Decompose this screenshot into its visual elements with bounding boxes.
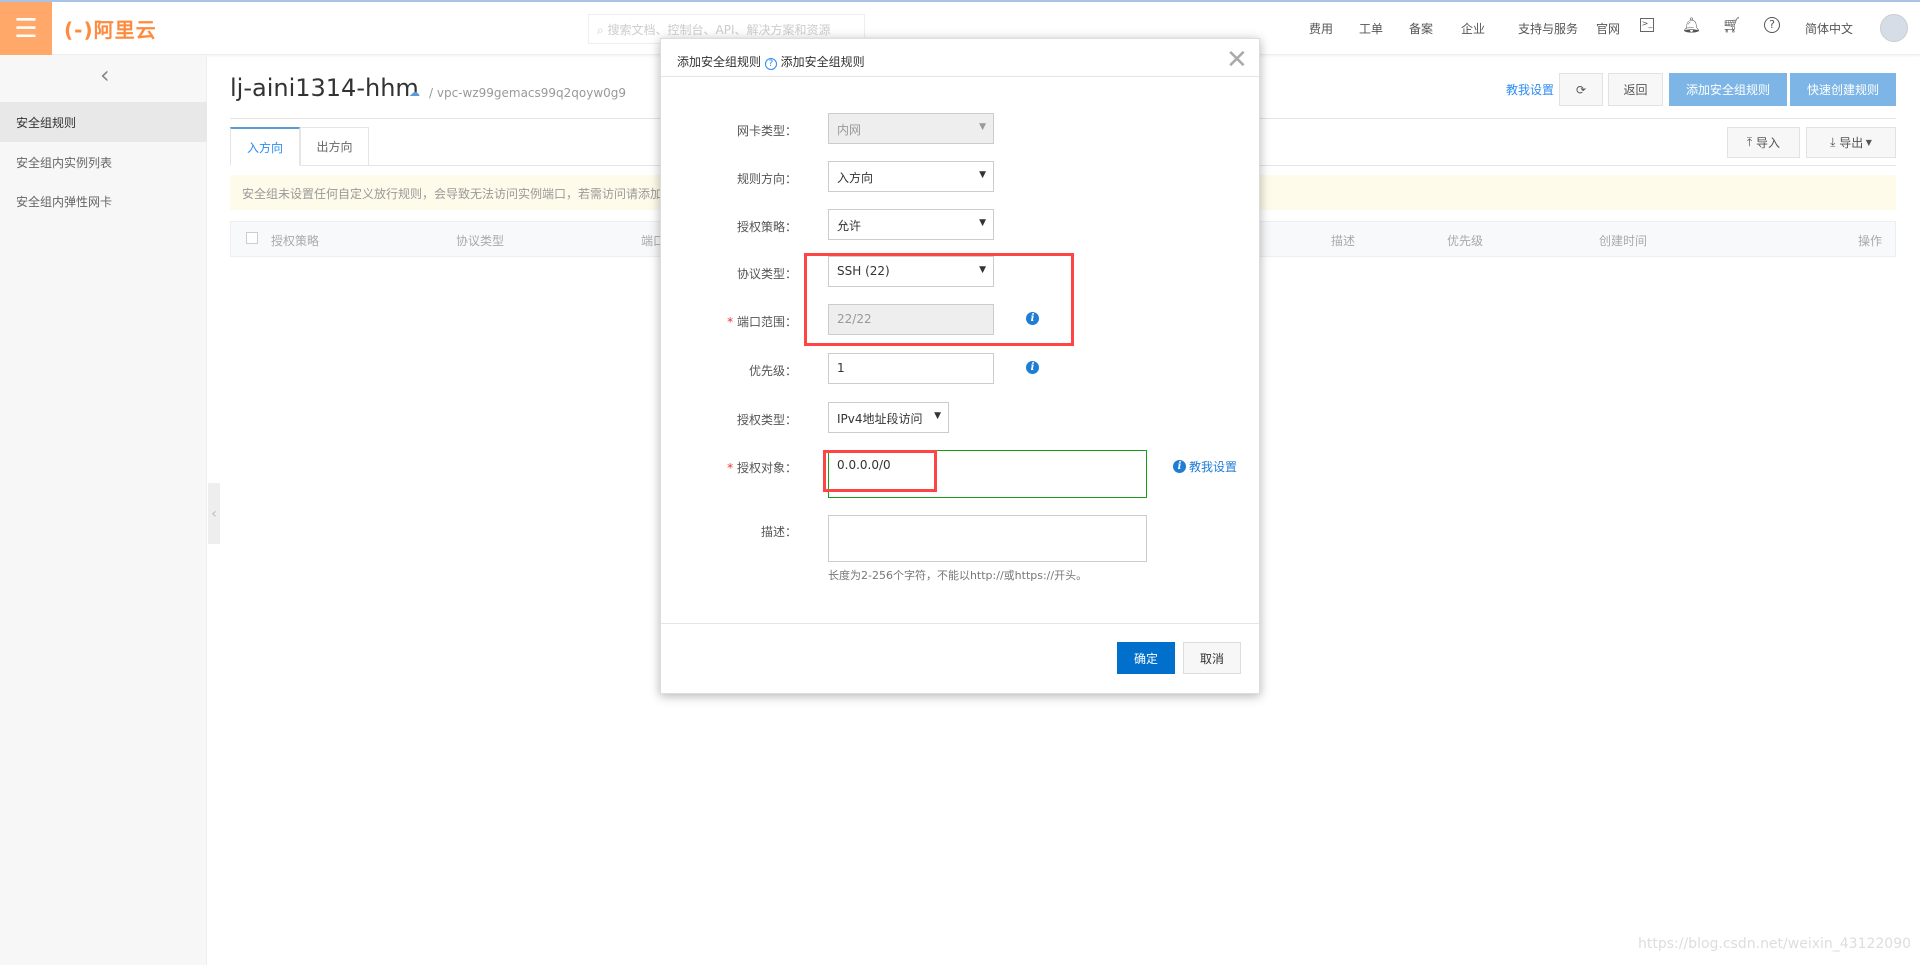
info-icon: i <box>1173 460 1186 473</box>
col-description: 描述 <box>1331 234 1356 248</box>
auth-type-label: 授权类型： <box>736 413 797 427</box>
caret-down-icon: ▼ <box>979 170 986 180</box>
col-created: 创建时间 <box>1599 234 1648 248</box>
caret-down-icon: ▼ <box>934 411 941 421</box>
sidebar-item-rules[interactable]: 安全组规则 <box>0 102 207 142</box>
auth-type-select[interactable]: IPv4地址段访问 ▼ <box>828 402 949 433</box>
auth-type-value: IPv4地址段访问 <box>837 412 923 426</box>
export-button[interactable]: ⤓ 导出 ▼ <box>1806 127 1896 158</box>
refresh-icon: ⟳ <box>1575 82 1587 97</box>
nav-official[interactable]: 官网 <box>1596 20 1620 37</box>
cancel-button[interactable]: 取消 <box>1183 642 1241 674</box>
nav-icp[interactable]: 备案 <box>1409 20 1433 37</box>
required-mark: * <box>727 461 734 475</box>
chevron-left-icon[interactable]: ‹ <box>100 61 110 89</box>
protocol-label: 协议类型： <box>736 267 797 281</box>
menu-icon[interactable]: ☰ <box>0 2 52 55</box>
sidebar-item-eni[interactable]: 安全组内弹性网卡 <box>0 181 207 221</box>
help-link[interactable]: 教我设置 <box>1506 81 1554 98</box>
auth-help-link[interactable]: i 教我设置 <box>1173 458 1237 475</box>
policy-label: 授权策略： <box>736 220 797 234</box>
direction-value: 入方向 <box>837 171 874 185</box>
col-protocol: 协议类型 <box>456 234 505 248</box>
port-label-text: 端口范围： <box>736 315 797 329</box>
tab-outbound[interactable]: 出方向 <box>300 127 369 166</box>
download-icon: ⤓ <box>1830 135 1840 149</box>
col-priority: 优先级 <box>1447 234 1484 248</box>
collapse-handle[interactable]: ‹ <box>208 483 220 544</box>
port-label: * 端口范围： <box>661 313 797 330</box>
dialog-header-divider <box>661 76 1259 77</box>
col-policy: 授权策略 <box>271 234 320 248</box>
language-switch[interactable]: 简体中文 <box>1805 20 1853 37</box>
caret-down-icon: ▼ <box>979 122 986 132</box>
export-label: 导出 <box>1839 136 1864 150</box>
bell-icon[interactable]: 🔔︎ <box>1682 16 1701 34</box>
sidebar: ‹ 安全组规则 安全组内实例列表 安全组内弹性网卡 <box>0 55 207 965</box>
priority-input[interactable]: 1 <box>828 353 994 384</box>
aliyun-logo[interactable]: (-)阿里云 <box>64 14 157 43</box>
dialog-title: 添加安全组规则 ? 添加安全组规则 <box>677 53 865 70</box>
cart-icon[interactable]: 🛒︎ <box>1722 16 1741 34</box>
auth-object-label-text: 授权对象： <box>736 461 797 475</box>
highlight-box <box>823 450 937 492</box>
nic-type-label: 网卡类型： <box>736 124 797 138</box>
priority-label: 优先级： <box>748 364 797 378</box>
nic-type-value: 内网 <box>837 123 862 137</box>
auth-help-text: 教我设置 <box>1189 460 1238 474</box>
close-icon[interactable]: ✕ <box>1226 45 1248 75</box>
highlight-box <box>804 253 1074 346</box>
dialog-title-help: 添加安全组规则 <box>780 55 865 69</box>
help-icon[interactable]: ? <box>1764 17 1780 33</box>
nic-type-select: 内网 ▼ <box>828 113 994 144</box>
nav-enterprise[interactable]: 企业 <box>1461 20 1485 37</box>
vpc-link[interactable]: / vpc-wz99gemacs99q2qoyw0g9 <box>429 86 626 100</box>
col-actions: 操作 <box>1858 234 1883 248</box>
page-title: lj-aini1314-hhm <box>230 74 419 102</box>
description-textarea[interactable] <box>828 515 1147 562</box>
direction-select[interactable]: 入方向 ▼ <box>828 161 994 192</box>
terminal-icon[interactable]: >_ <box>1640 18 1654 32</box>
select-all-checkbox[interactable] <box>246 232 258 244</box>
upload-icon: ⤒ <box>1746 135 1757 149</box>
avatar[interactable] <box>1880 14 1908 42</box>
refresh-button[interactable]: ⟳ <box>1559 73 1603 106</box>
nav-fees[interactable]: 费用 <box>1309 20 1333 37</box>
dialog-title-text: 添加安全组规则 <box>677 55 762 69</box>
import-label: 导入 <box>1756 136 1781 150</box>
caret-down-icon: ▼ <box>1863 138 1872 147</box>
import-button[interactable]: ⤒ 导入 <box>1727 127 1800 158</box>
back-button[interactable]: 返回 <box>1608 73 1663 106</box>
caret-down-icon: ▼ <box>979 218 986 228</box>
description-hint: 长度为2-256个字符，不能以http://或https://开头。 <box>828 569 1088 582</box>
tab-inbound[interactable]: 入方向 <box>230 127 300 166</box>
nav-tickets[interactable]: 工单 <box>1359 20 1383 37</box>
quick-rule-button[interactable]: 快速创建规则 <box>1790 73 1896 106</box>
search-placeholder: 搜索文档、控制台、API、解决方案和资源 <box>607 23 831 37</box>
direction-label: 规则方向： <box>736 172 797 186</box>
description-label: 描述： <box>760 525 797 539</box>
sidebar-item-instances[interactable]: 安全组内实例列表 <box>0 142 207 182</box>
policy-value: 允许 <box>837 219 862 233</box>
dialog-footer-divider <box>661 623 1259 624</box>
add-rule-button[interactable]: 添加安全组规则 <box>1669 73 1787 106</box>
required-mark: * <box>727 315 734 329</box>
policy-select[interactable]: 允许 ▼ <box>828 209 994 240</box>
watermark: https://blog.csdn.net/weixin_43122090 <box>1638 936 1912 952</box>
nav-support[interactable]: 支持与服务 <box>1518 20 1578 37</box>
help-icon[interactable]: ? <box>764 58 777 70</box>
add-rule-dialog: 添加安全组规则 ? 添加安全组规则 ✕ 网卡类型： 内网 ▼ 规则方向： 入方向 ▼… <box>660 38 1260 694</box>
cloud-icon: ☁ <box>409 86 420 99</box>
info-icon[interactable]: i <box>1026 361 1039 374</box>
auth-object-label: * 授权对象： <box>661 459 797 476</box>
confirm-button[interactable]: 确定 <box>1117 642 1175 674</box>
